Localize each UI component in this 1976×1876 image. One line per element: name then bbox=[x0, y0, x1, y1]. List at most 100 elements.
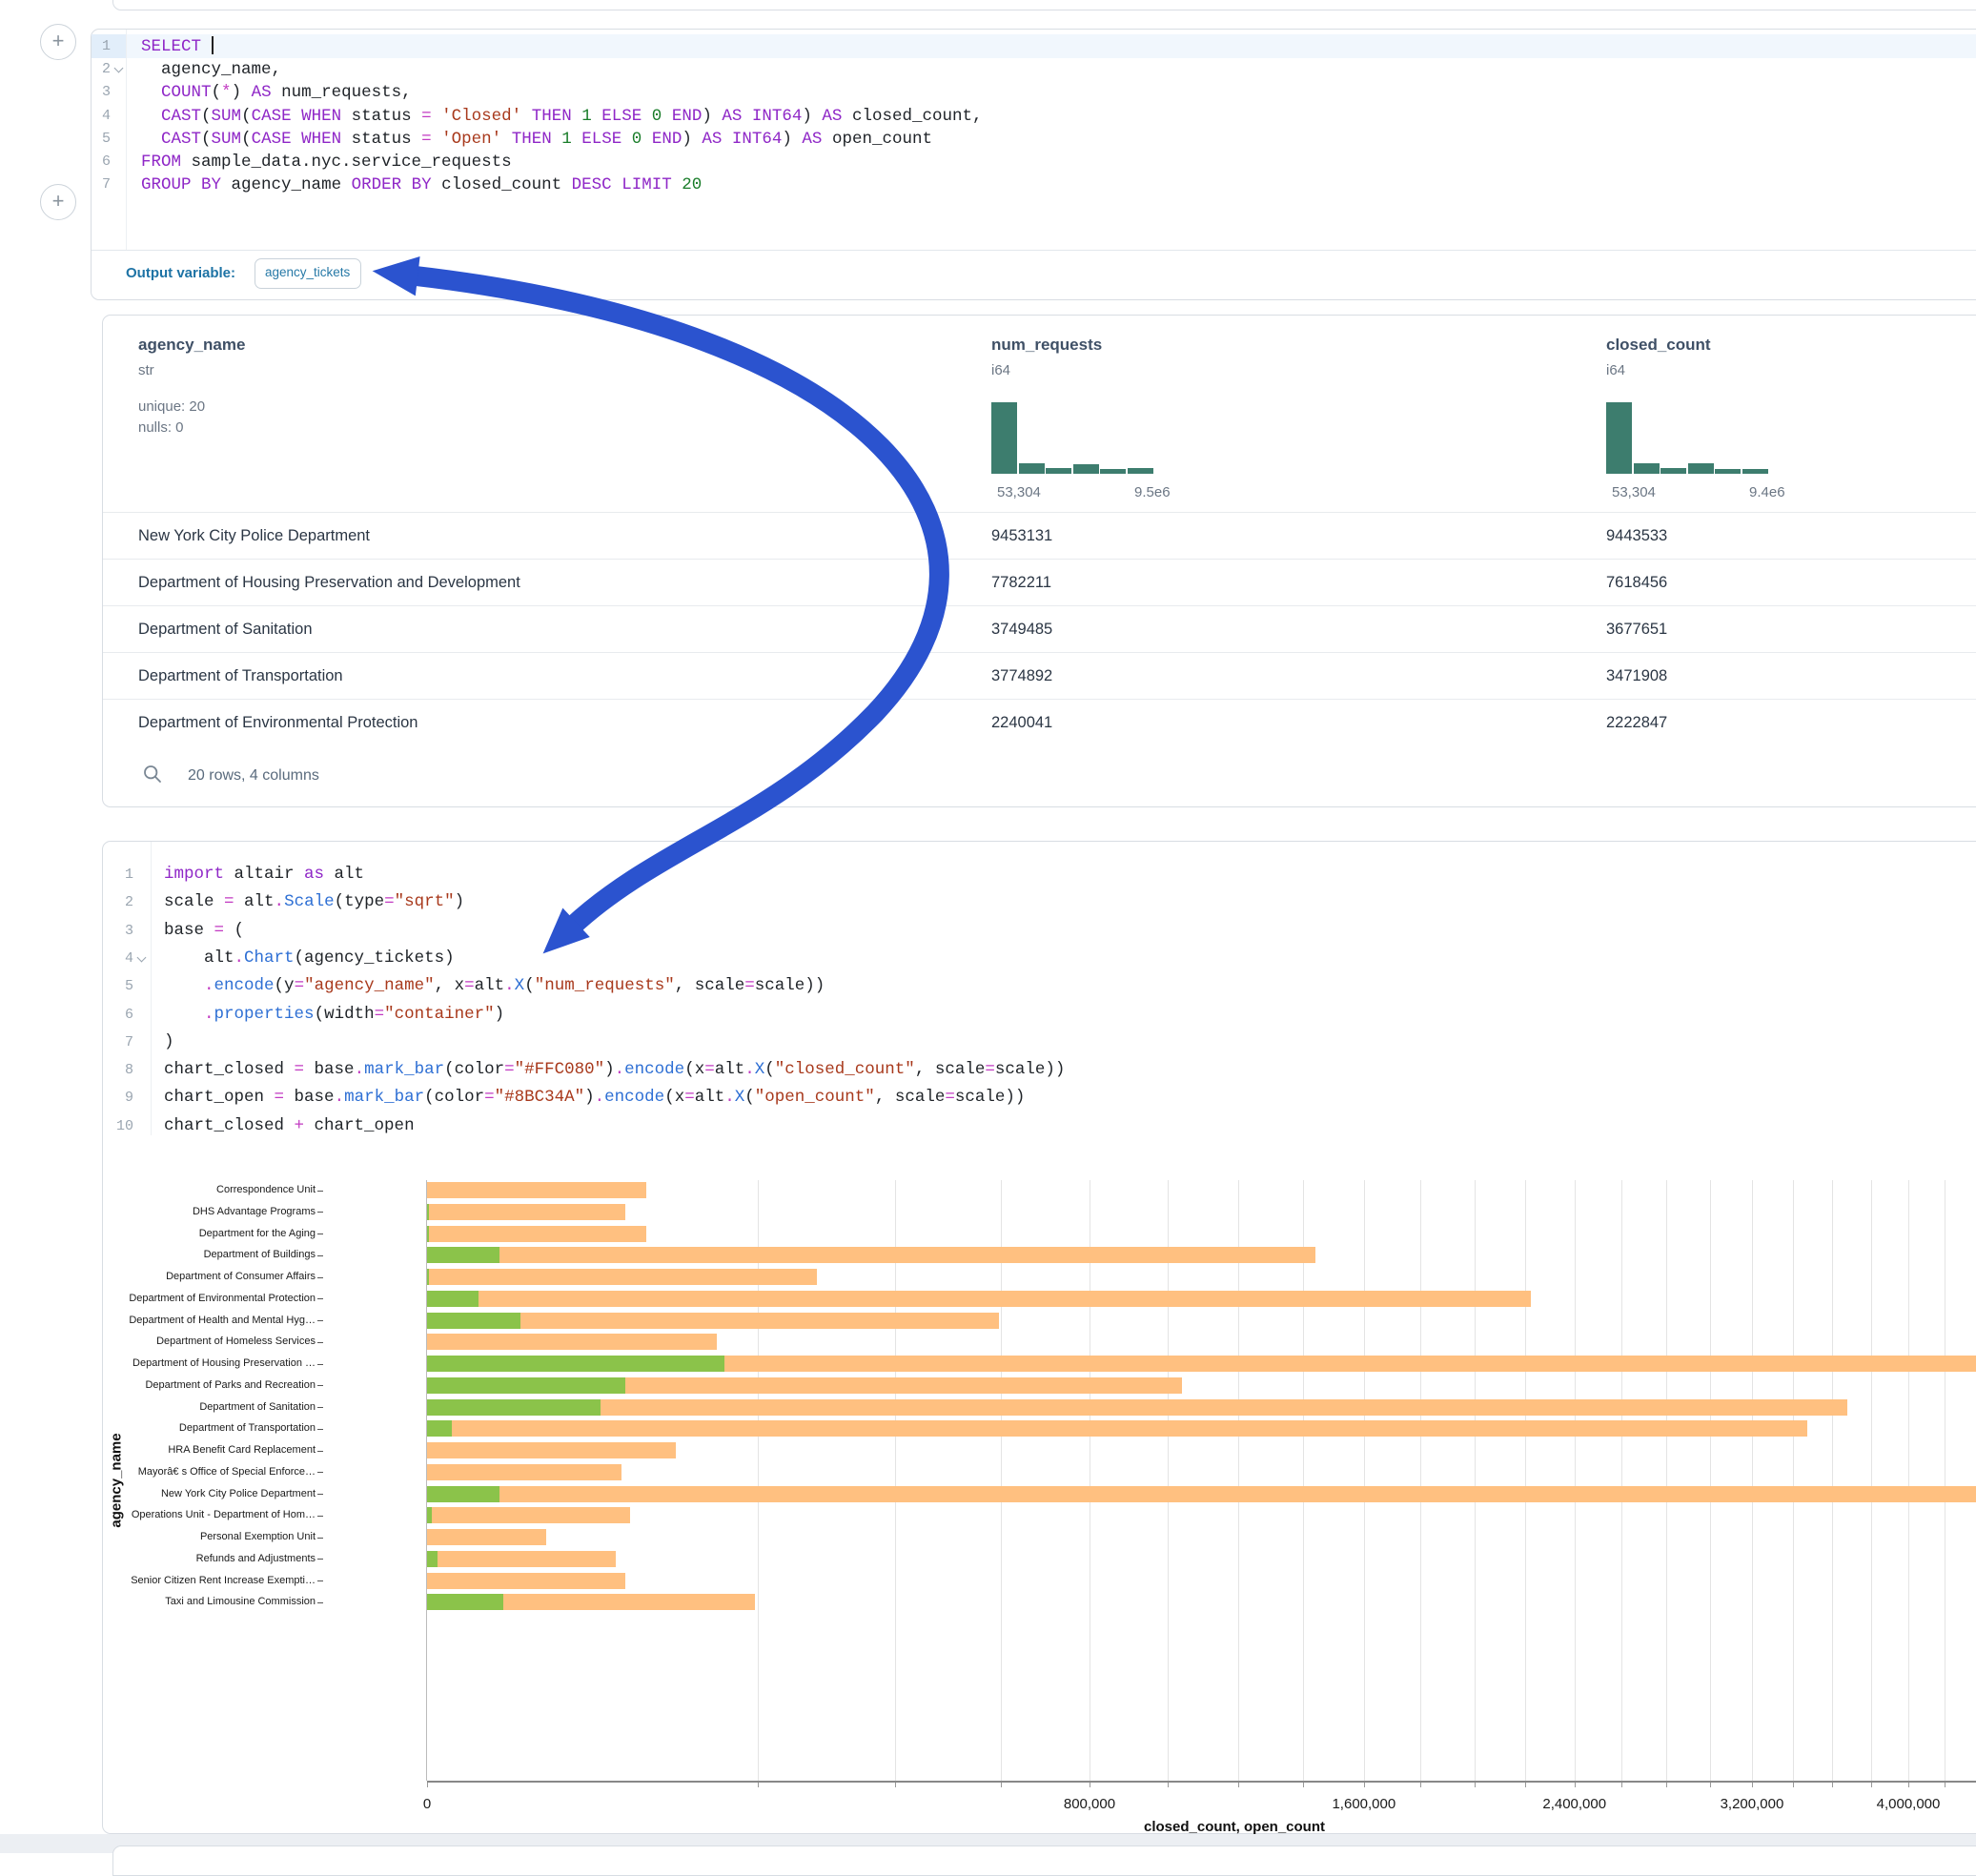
chart-y-tick bbox=[317, 1342, 323, 1343]
code-token: "agency_name" bbox=[304, 976, 435, 995]
code-token: 'Open' bbox=[441, 130, 501, 149]
code-token: "closed_count" bbox=[775, 1060, 915, 1079]
chart-x-tick-label: 2,400,000 bbox=[1542, 1796, 1606, 1812]
add-cell-button-output[interactable]: + bbox=[40, 184, 76, 220]
code-token: alt bbox=[715, 1060, 745, 1079]
code-token: (y bbox=[275, 976, 295, 995]
cell-value: 9443533 bbox=[1606, 527, 1667, 545]
code-token: = bbox=[275, 1088, 285, 1107]
code-line: scale = alt.Scale(type="sqrt") bbox=[164, 888, 464, 916]
code-token: . bbox=[504, 976, 515, 995]
chart-y-tick bbox=[317, 1602, 323, 1603]
code-token: closed_count, bbox=[842, 107, 982, 126]
closed-count-bar bbox=[427, 1269, 817, 1285]
code-token: "open_count" bbox=[755, 1088, 875, 1107]
column-name[interactable]: closed_count bbox=[1606, 336, 1711, 355]
code-token: ) bbox=[682, 130, 702, 149]
code-token: alt bbox=[234, 892, 275, 911]
chart-gridline bbox=[1001, 1180, 1002, 1781]
code-token: . bbox=[615, 1060, 625, 1079]
code-token: AS bbox=[822, 107, 842, 126]
chart-x-tick bbox=[1666, 1782, 1667, 1787]
search-icon[interactable] bbox=[143, 765, 162, 784]
table-row[interactable]: Department of Housing Preservation and D… bbox=[103, 559, 1976, 606]
chart-y-tick-label: Mayorâ€ s Office of Special Enforce… bbox=[1, 1466, 316, 1478]
chart-y-tick-label: Department of Buildings bbox=[1, 1249, 316, 1260]
code-token: altair bbox=[224, 865, 304, 884]
line-number: 4 bbox=[92, 105, 111, 128]
next-cell-fragment bbox=[112, 1845, 1976, 1876]
code-token bbox=[621, 130, 632, 149]
code-line: ) bbox=[164, 1029, 174, 1056]
code-token: encode bbox=[214, 976, 275, 995]
table-row[interactable]: Department of Transportation377489234719… bbox=[103, 652, 1976, 700]
code-token: BY bbox=[412, 175, 432, 194]
chart-x-tick bbox=[427, 1782, 428, 1787]
code-token bbox=[292, 130, 302, 149]
column-stat: nulls: 0 bbox=[138, 419, 184, 436]
code-token: * bbox=[221, 83, 232, 102]
chart-y-tick-label: New York City Police Department bbox=[1, 1488, 316, 1499]
column-name[interactable]: num_requests bbox=[991, 336, 1102, 355]
code-line: GROUP BY agency_name ORDER BY closed_cou… bbox=[141, 173, 702, 196]
histogram-bar bbox=[991, 402, 1017, 474]
table-row[interactable]: New York City Police Department945313194… bbox=[103, 512, 1976, 560]
chart-gridline bbox=[1475, 1180, 1476, 1781]
chart-y-tick-label: DHS Advantage Programs bbox=[1, 1206, 316, 1217]
code-token: alt bbox=[475, 976, 505, 995]
cell-agency-name: Department of Transportation bbox=[138, 667, 343, 685]
chart-y-tick bbox=[317, 1320, 323, 1321]
chart-y-tick bbox=[317, 1429, 323, 1430]
gutter-separator bbox=[126, 30, 127, 250]
fold-chevron-icon[interactable] bbox=[138, 954, 146, 962]
add-cell-button-top[interactable]: + bbox=[40, 24, 76, 60]
open-count-bar bbox=[427, 1356, 724, 1372]
code-token: THEN bbox=[512, 130, 552, 149]
line-number: 3 bbox=[102, 917, 133, 945]
code-token: SELECT bbox=[141, 37, 201, 56]
chart-x-axis-title: closed_count, open_count bbox=[1144, 1819, 1325, 1835]
code-token: "#FFC080" bbox=[515, 1060, 605, 1079]
chart-y-tick bbox=[317, 1559, 323, 1560]
code-token: agency_name, bbox=[141, 60, 281, 79]
code-token bbox=[572, 130, 582, 149]
code-token bbox=[642, 130, 652, 149]
chart-gridline bbox=[1303, 1180, 1304, 1781]
code-token: WHEN bbox=[301, 107, 341, 126]
chart-x-tick bbox=[1908, 1782, 1909, 1787]
closed-count-bar bbox=[427, 1551, 616, 1567]
fold-chevron-icon[interactable] bbox=[115, 65, 123, 72]
line-number: 7 bbox=[102, 1029, 133, 1056]
open-count-bar bbox=[427, 1291, 479, 1307]
code-token: . bbox=[234, 948, 245, 968]
chart-x-tick bbox=[1420, 1782, 1421, 1787]
chart-x-tick-label: 3,200,000 bbox=[1721, 1796, 1784, 1812]
notebook-page: { "sql_cell": { "lines": [ [["k","SELECT… bbox=[0, 0, 1976, 1853]
chart-x-tick-label: 4,000,000 bbox=[1877, 1796, 1941, 1812]
table-row[interactable]: Department of Environmental Protection22… bbox=[103, 699, 1976, 746]
previous-cell-fragment bbox=[112, 0, 1976, 10]
code-token: = bbox=[224, 892, 234, 911]
open-count-bar bbox=[427, 1420, 452, 1437]
cell-value: 3774892 bbox=[991, 667, 1052, 685]
code-token: scale)) bbox=[995, 1060, 1066, 1079]
chart-x-axis-line bbox=[427, 1781, 1976, 1783]
code-token: mark_bar bbox=[364, 1060, 444, 1079]
chart-x-tick bbox=[1525, 1782, 1526, 1787]
code-token: ( bbox=[212, 83, 222, 102]
table-row[interactable]: Department of Sanitation37494853677651 bbox=[103, 605, 1976, 653]
code-token: 0 bbox=[652, 107, 662, 126]
plus-icon: + bbox=[52, 29, 65, 52]
line-number: 6 bbox=[102, 1001, 133, 1029]
code-token: status bbox=[341, 107, 421, 126]
code-token bbox=[192, 175, 202, 194]
chart-y-tick-label: Department of Transportation bbox=[1, 1422, 316, 1434]
column-name[interactable]: agency_name bbox=[138, 336, 245, 355]
plus-icon: + bbox=[52, 189, 65, 213]
code-token bbox=[552, 130, 562, 149]
code-token: chart_open bbox=[164, 1088, 275, 1107]
code-line: chart_closed = base.mark_bar(color="#FFC… bbox=[164, 1056, 1065, 1084]
gutter-separator bbox=[151, 842, 152, 1135]
output-variable-chip[interactable]: agency_tickets bbox=[255, 258, 361, 289]
code-token: BY bbox=[201, 175, 221, 194]
